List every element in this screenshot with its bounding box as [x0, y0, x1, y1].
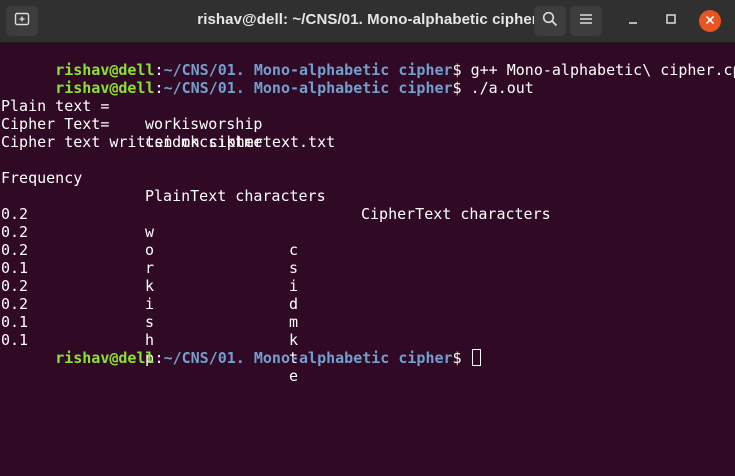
row-cipher-char: e: [289, 367, 299, 385]
prompt-colon: :: [154, 349, 164, 367]
text-cursor: [471, 349, 481, 366]
maximize-button[interactable]: [660, 10, 682, 32]
search-button[interactable]: [534, 6, 566, 36]
table-row: 0.1 p e: [1, 313, 731, 385]
menu-button[interactable]: [570, 6, 602, 36]
table-row: 0.2 w c: [1, 187, 731, 259]
search-icon: [542, 11, 558, 32]
command-line-2: rishav@dell:~/CNS/01. Mono-alphabetic ci…: [1, 61, 534, 97]
written-message: Cipher text written on ciphertext.txt: [1, 133, 336, 151]
table-row: 0.2 s k: [1, 277, 731, 349]
table-row: 0.1 h t: [1, 295, 731, 367]
current-prompt-line[interactable]: rishav@dell:~/CNS/01. Mono-alphabetic ci…: [1, 331, 481, 367]
terminal-output-area[interactable]: rishav@dell:~/CNS/01. Mono-alphabetic ci…: [0, 43, 735, 476]
terminal-window: rishav@dell: ~/CNS/01. Mono-alphabetic c…: [0, 0, 735, 476]
prompt-dollar: $: [452, 349, 462, 367]
table-row: 0.2 i m: [1, 259, 731, 331]
table-row: 0.2 o s: [1, 205, 731, 277]
hamburger-menu-icon: [579, 12, 593, 31]
prompt-path: ~/CNS/01. Mono-alphabetic cipher: [163, 349, 453, 367]
close-button[interactable]: [699, 10, 721, 32]
prompt-user-host: rishav@dell: [55, 349, 155, 367]
cipher-text-line: Cipher Text= csidmkcsiktme: [1, 97, 731, 151]
title-bar: rishav@dell: ~/CNS/01. Mono-alphabetic c…: [0, 0, 735, 43]
frequency-table-header: Frequency PlainText characters CipherTex…: [1, 151, 731, 223]
plain-text-value: workisworship: [145, 115, 263, 133]
table-row: 0.1 k d: [1, 241, 731, 313]
cipher-text-label: Cipher Text=: [1, 115, 110, 133]
minimize-icon: [627, 12, 639, 30]
command-line-1: rishav@dell:~/CNS/01. Mono-alphabetic ci…: [1, 43, 735, 79]
minimize-button[interactable]: [622, 10, 644, 32]
maximize-icon: [665, 12, 677, 30]
header-frequency: Frequency: [1, 169, 83, 187]
close-icon: [705, 12, 715, 30]
table-row: 0.2 r i: [1, 223, 731, 295]
plain-text-line: Plain text = workisworship: [1, 79, 731, 133]
